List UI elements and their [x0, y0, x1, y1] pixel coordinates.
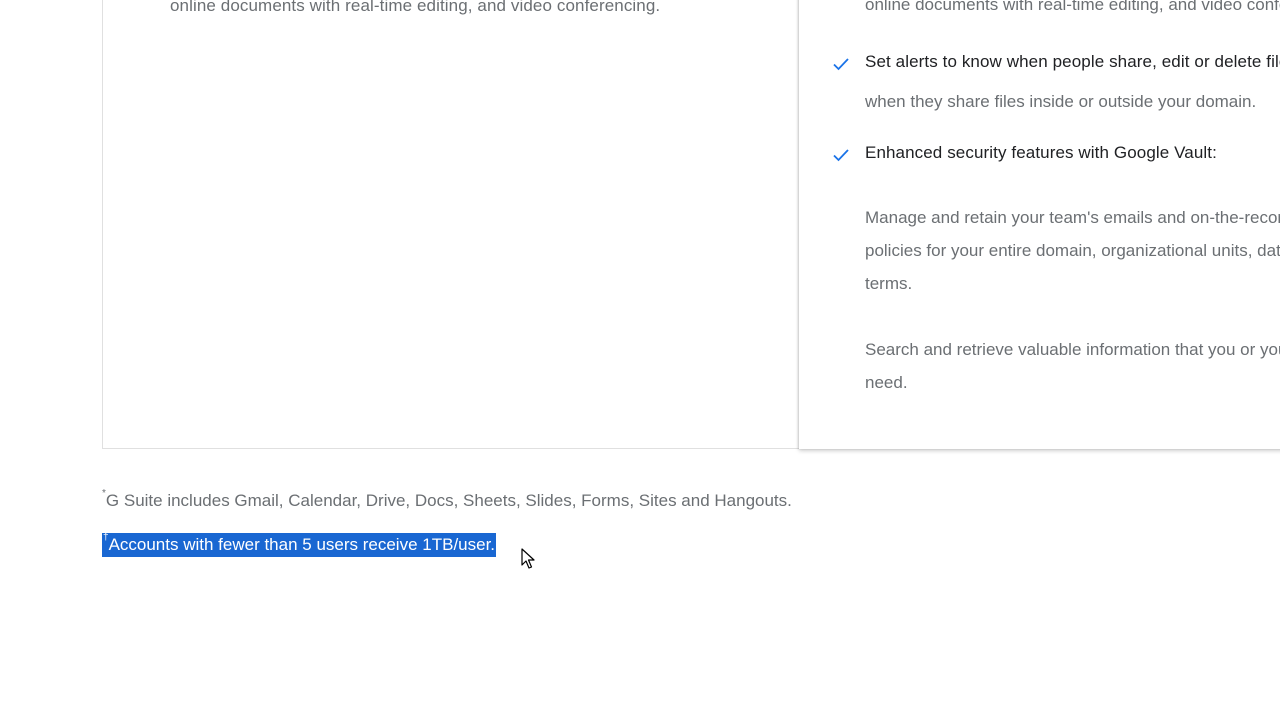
plan-description: online documents with real-time editing,…: [170, 0, 661, 15]
footnote-gsuite: *G Suite includes Gmail, Calendar, Drive…: [102, 488, 792, 511]
paragraph-line: terms.: [865, 274, 913, 293]
selected-text[interactable]: †Accounts with fewer than 5 users receiv…: [102, 532, 497, 557]
vault-paragraph-search: Search and retrieve valuable information…: [865, 333, 1280, 399]
check-icon: [833, 149, 849, 162]
footnote-mark: *: [102, 488, 106, 499]
page: online documents with real-time editing,…: [0, 0, 1280, 720]
plan-card-business: online documents with real-time editing,…: [799, 0, 1280, 449]
check-icon: [833, 58, 849, 71]
feature-body: when they share files inside or outside …: [865, 92, 1257, 111]
vault-paragraph-manage: Manage and retain your team's emails and…: [865, 201, 1280, 300]
footnote-storage: †Accounts with fewer than 5 users receiv…: [102, 532, 497, 557]
paragraph-line: Manage and retain your team's emails and…: [865, 208, 1280, 227]
paragraph-line: policies for your entire domain, organiz…: [865, 241, 1280, 260]
mouse-cursor-icon: [521, 548, 535, 569]
feature-title: Set alerts to know when people share, ed…: [865, 52, 1280, 71]
plan-card-basic: online documents with real-time editing,…: [102, 0, 822, 449]
feature-title: Enhanced security features with Google V…: [865, 143, 1217, 162]
footnote-text: G Suite includes Gmail, Calendar, Drive,…: [105, 491, 792, 510]
paragraph-line: Search and retrieve valuable information…: [865, 340, 1280, 359]
footnote-mark: †: [103, 532, 109, 543]
plan-description: online documents with real-time editing,…: [865, 0, 1280, 14]
paragraph-line: need.: [865, 373, 908, 392]
footnote-text: Accounts with fewer than 5 users receive…: [108, 535, 496, 554]
